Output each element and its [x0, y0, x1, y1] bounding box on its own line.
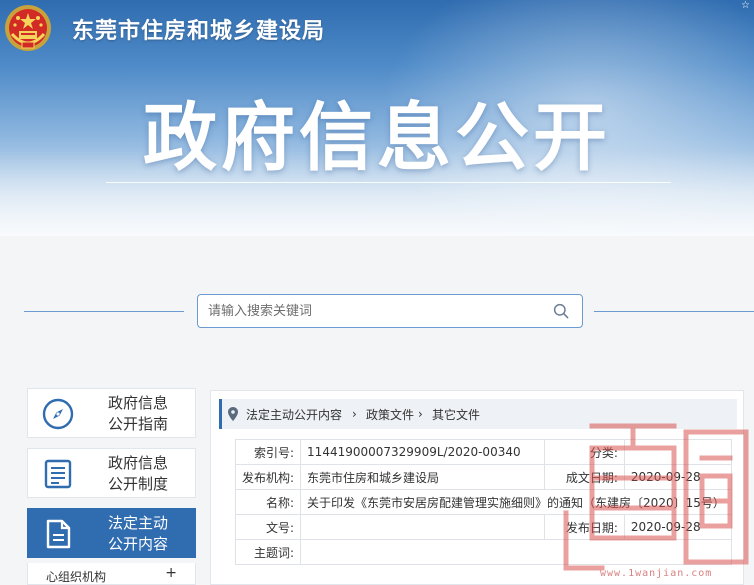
compass-icon — [42, 398, 74, 430]
star-icon[interactable]: ☆ — [741, 0, 750, 11]
expand-plus-icon[interactable]: + — [165, 565, 177, 581]
meta-label: 发布机构: — [234, 464, 302, 490]
banner-title: 政府信息公开 — [143, 95, 611, 181]
location-pin-icon — [228, 407, 238, 421]
sidebar-subitem-organization[interactable]: 心组织机构 + — [27, 563, 196, 585]
meta-value-index-no: 11441900007329909L/2020-00340 — [300, 439, 545, 465]
sidebar-item-statutory-content[interactable]: 法定主动 公开内容 — [27, 508, 196, 558]
national-emblem-icon[interactable] — [4, 4, 52, 52]
breadcrumb-item-policy[interactable]: 政策文件 — [366, 399, 414, 429]
file-icon — [46, 519, 71, 549]
search-divider-left — [24, 311, 184, 312]
site-watermark-logo — [563, 423, 749, 571]
meta-label: 文号: — [234, 514, 302, 540]
search-input[interactable] — [208, 295, 538, 327]
meta-label: 名称: — [234, 489, 302, 515]
meta-label: 主题词: — [234, 539, 302, 565]
document-list-icon — [44, 459, 72, 489]
search-box[interactable] — [197, 294, 583, 328]
banner-divider — [106, 182, 671, 183]
sidebar-item-label: 法定主动 公开内容 — [108, 514, 169, 553]
breadcrumb-item-statutory[interactable]: 法定主动公开内容 — [246, 399, 342, 429]
breadcrumb-item-other[interactable]: 其它文件 — [432, 399, 480, 429]
search-divider-right — [594, 311, 754, 312]
search-icon[interactable] — [553, 303, 569, 319]
site-title[interactable]: 东莞市住房和城乡建设局 — [72, 13, 325, 45]
sidebar-item-label: 政府信息 公开指南 — [108, 394, 169, 433]
breadcrumb-separator: › — [418, 407, 423, 421]
sidebar-item-disclosure-guide[interactable]: 政府信息 公开指南 — [27, 388, 196, 438]
sidebar-item-label: 政府信息 公开制度 — [108, 454, 169, 493]
sidebar-item-disclosure-system[interactable]: 政府信息 公开制度 — [27, 448, 196, 498]
meta-value-doc-no — [300, 514, 545, 540]
meta-value-publisher: 东莞市住房和城乡建设局 — [300, 464, 545, 490]
sidebar-subitem-label: 心组织机构 — [46, 570, 107, 584]
breadcrumb-separator: › — [352, 407, 357, 421]
watermark-url: www.1wanjian.com — [600, 568, 713, 579]
meta-label: 索引号: — [234, 439, 302, 465]
